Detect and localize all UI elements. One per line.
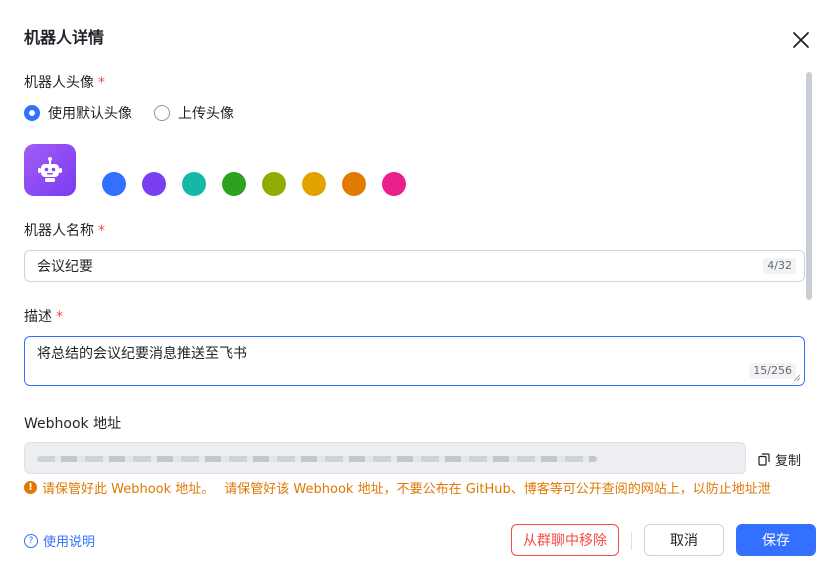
radio-default-avatar[interactable]: 使用默认头像	[24, 103, 132, 123]
name-label: 机器人名称 *	[24, 223, 105, 239]
required-mark: *	[98, 223, 105, 239]
copy-icon	[758, 453, 770, 466]
color-swatch[interactable]	[342, 172, 366, 196]
masked-webhook-url	[37, 456, 597, 462]
question-circle-icon: ?	[24, 533, 38, 548]
color-swatches	[102, 172, 422, 196]
color-swatch[interactable]	[102, 172, 126, 196]
description-label: 描述 *	[24, 309, 63, 325]
help-link[interactable]: ? 使用说明	[24, 531, 95, 550]
webhook-warning: ! 请保管好此 Webhook 地址。 请保管好该 Webhook 地址，不要公…	[24, 478, 804, 496]
avatar-radio-group: 使用默认头像 上传头像	[24, 104, 256, 122]
robot-detail-dialog: 机器人详情 机器人头像 * 使用默认头像 上传头像 机器人名称 * 会议纪要 4…	[0, 0, 840, 580]
copy-label: 复制	[775, 454, 802, 469]
webhook-url-field[interactable]	[24, 442, 746, 474]
warning-text-long: 请保管好该 Webhook 地址，不要公布在 GitHub、博客等可公开查阅的网…	[224, 481, 771, 497]
help-label: 使用说明	[43, 535, 96, 550]
name-char-counter: 4/32	[763, 258, 796, 274]
color-swatch[interactable]	[382, 172, 406, 196]
radio-label: 上传头像	[178, 106, 234, 122]
radio-upload-avatar[interactable]: 上传头像	[154, 103, 234, 123]
description-textarea[interactable]: 将总结的会议纪要消息推送至飞书 15/256	[24, 336, 805, 386]
radio-checked-icon	[24, 105, 40, 121]
robot-avatar	[24, 144, 76, 196]
dialog-title: 机器人详情	[24, 28, 105, 47]
color-swatch[interactable]	[182, 172, 206, 196]
color-swatch[interactable]	[302, 172, 326, 196]
robot-name-value: 会议纪要	[37, 259, 93, 275]
description-char-counter: 15/256	[749, 363, 796, 379]
required-mark: *	[98, 75, 105, 91]
robot-icon	[38, 157, 62, 182]
close-icon	[793, 32, 809, 48]
cancel-button[interactable]: 取消	[644, 524, 724, 556]
robot-name-input[interactable]: 会议纪要 4/32	[24, 250, 805, 282]
avatar-label: 机器人头像 *	[24, 75, 105, 91]
required-mark: *	[56, 309, 63, 325]
close-button[interactable]	[790, 29, 812, 51]
resize-handle-icon[interactable]	[793, 374, 801, 382]
color-swatch[interactable]	[262, 172, 286, 196]
remove-from-group-button[interactable]: 从群聊中移除	[511, 524, 619, 556]
copy-button[interactable]: 复制	[758, 450, 801, 469]
scrollbar-thumb[interactable]	[806, 72, 812, 300]
warning-text-short: 请保管好此 Webhook 地址。	[42, 481, 215, 497]
radio-unchecked-icon	[154, 105, 170, 121]
description-value: 将总结的会议纪要消息推送至飞书	[37, 346, 247, 362]
save-button[interactable]: 保存	[736, 524, 816, 556]
webhook-label: Webhook 地址	[24, 416, 122, 432]
color-swatch[interactable]	[142, 172, 166, 196]
color-swatch[interactable]	[222, 172, 246, 196]
warning-icon: !	[24, 480, 37, 494]
footer-divider	[631, 532, 632, 550]
radio-label: 使用默认头像	[48, 106, 132, 122]
